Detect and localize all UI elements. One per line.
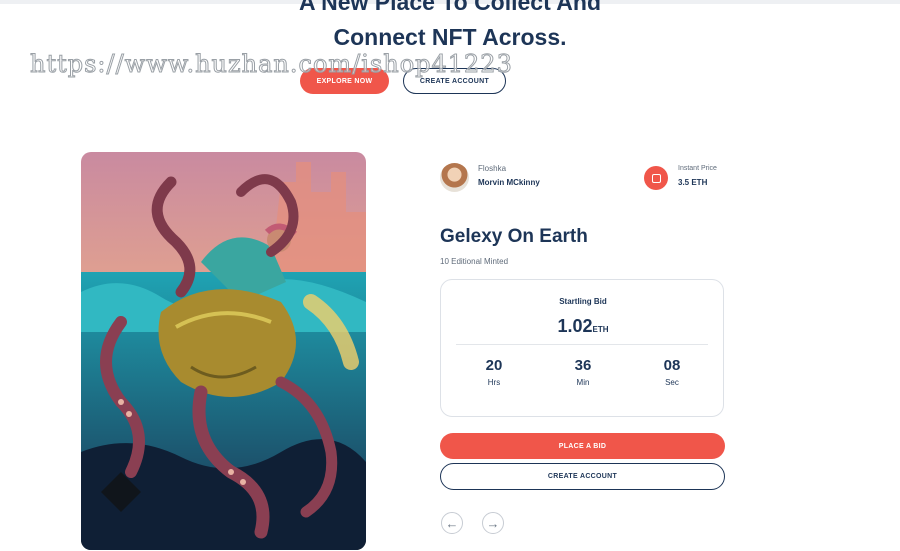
nft-title: Gelexy On Earth — [440, 226, 588, 247]
countdown-minutes: 36 Min — [553, 357, 613, 387]
countdown-seconds-unit: Sec — [665, 378, 679, 387]
watermark-text: https://www.huzhan.com/ishop41223 — [30, 50, 513, 79]
starting-bid-label: Startling Bid — [559, 297, 607, 306]
bid-amount-value: 1.02 — [557, 316, 593, 336]
instant-price-value: 3.5 ETH — [678, 178, 708, 187]
hero-title-line-2: Connect NFT Across. — [333, 24, 567, 50]
creator-name[interactable]: Morvin MCkinny — [478, 178, 540, 187]
hero-title-line-1: A New Place To Collect And — [298, 0, 602, 15]
bid-card: Startling Bid 1.02ETH 20 Hrs 36 Min 08 S… — [440, 279, 724, 417]
create-account-secondary-button[interactable]: CREATE ACCOUNT — [440, 463, 725, 490]
arrow-left-icon[interactable]: ← — [441, 512, 463, 534]
place-bid-button[interactable]: PLACE A BID — [440, 433, 725, 459]
graffiti-octopus-artwork — [81, 152, 366, 550]
countdown-seconds-value: 08 — [663, 357, 681, 374]
countdown-hours-value: 20 — [485, 357, 503, 374]
countdown-minutes-value: 36 — [574, 357, 592, 374]
countdown-hours-unit: Hrs — [487, 378, 501, 387]
creator-avatar[interactable] — [440, 163, 469, 192]
price-icon — [644, 166, 668, 190]
countdown-hours: 20 Hrs — [464, 357, 524, 387]
nft-artwork-image — [81, 152, 366, 550]
nft-edition-count: 10 Editional Minted — [440, 257, 509, 266]
starting-bid-amount: 1.02ETH — [441, 316, 725, 337]
bid-amount-unit: ETH — [592, 325, 609, 334]
countdown-seconds: 08 Sec — [642, 357, 702, 387]
arrow-right-icon[interactable]: → — [482, 512, 504, 534]
instant-price-label: Instant Price — [678, 165, 717, 172]
creator-role: Floshka — [478, 164, 507, 173]
bid-divider — [456, 344, 708, 345]
countdown-minutes-unit: Min — [576, 378, 590, 387]
